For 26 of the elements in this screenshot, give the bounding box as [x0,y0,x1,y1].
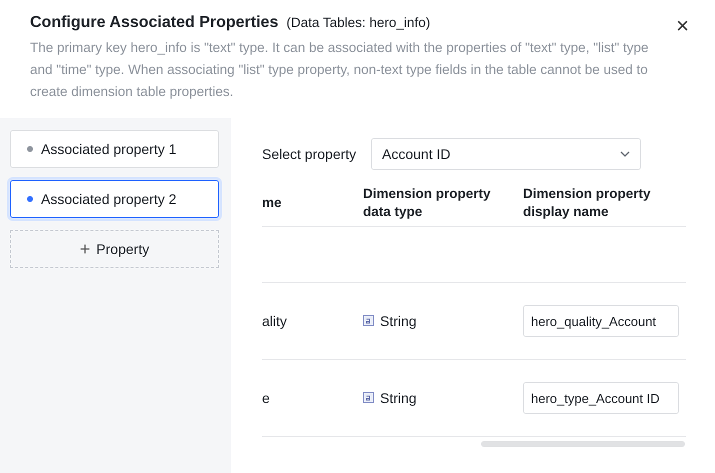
text-type-icon [363,315,374,326]
dialog-description: The primary key hero_info is "text" type. It can be associated with the properties of "text" type, "list" type and "time" type. When associating "list" type property, non-text type fields in the table cannot be used to create dimension table properties. [30,39,650,101]
text-type-icon [363,392,374,404]
display-name-field[interactable]: hero_quality_Account [523,305,679,337]
dialog-title: Configure Associated Properties [30,14,278,32]
property-label: Associated property 2 [41,191,176,207]
data-type-text: String [380,390,417,406]
dialog-subtitle: (Data Tables: hero_info) [286,15,430,30]
chevron-down-icon [620,151,630,157]
property-item[interactable]: Associated property 1 [10,130,219,168]
property-label: Associated property 1 [41,141,176,157]
select-property-label: Select property [262,146,358,162]
data-type-text: String [380,312,417,329]
close-button[interactable]: × [676,15,689,37]
property-select[interactable]: Account ID [371,138,641,170]
column-header: Dimension property display name [523,186,651,218]
status-dot-icon [27,196,33,202]
add-property-button[interactable]: + Property [10,230,219,268]
display-name-field[interactable]: hero_type_Account ID [523,382,679,414]
property-item[interactable]: Associated property 2 [10,180,219,218]
column-header: Dimension property data type [363,186,491,218]
status-dot-icon [27,146,33,152]
column-header: me [262,194,282,210]
scrollbar[interactable] [481,441,685,447]
table-cell: ality [262,313,287,329]
table-cell: e [262,390,270,406]
